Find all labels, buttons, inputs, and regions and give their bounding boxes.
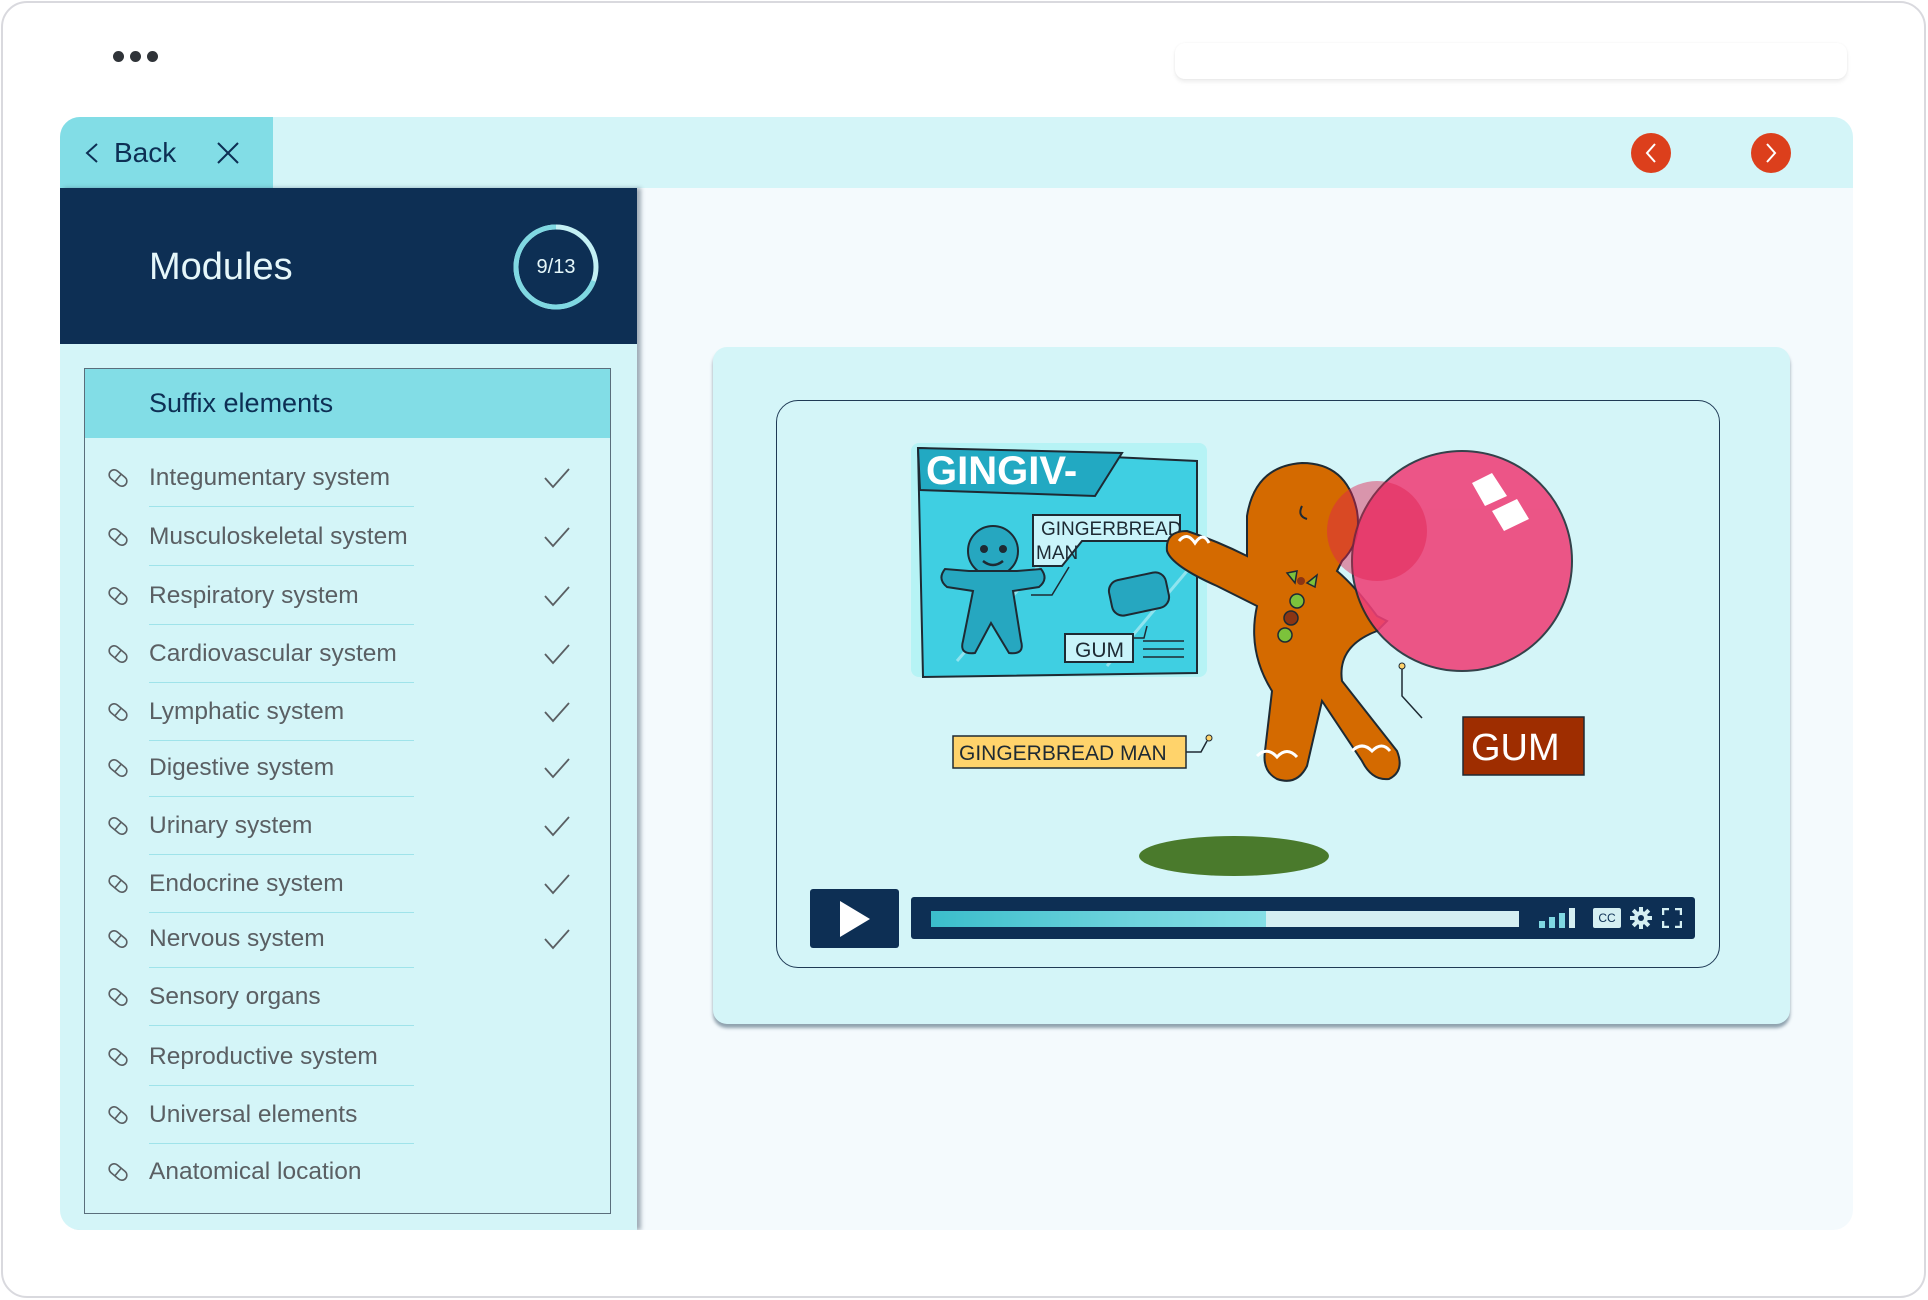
pill-icon — [108, 987, 128, 1007]
fullscreen-icon[interactable] — [1662, 908, 1682, 928]
check-icon — [544, 874, 570, 895]
chevron-right-icon — [1766, 143, 1777, 163]
module-item-label: Urinary system — [149, 812, 313, 839]
app-topbar — [60, 117, 1853, 188]
back-button[interactable]: Back — [60, 117, 273, 188]
pill-icon — [108, 929, 128, 949]
module-item[interactable]: Lymphatic system — [85, 683, 610, 741]
video-progress-fill — [931, 911, 1267, 927]
video-controls: CC — [911, 897, 1695, 939]
lesson-illustration: GINGIV- GINGERBREAD MAN GUM GUM GINGERBR… — [911, 443, 1585, 876]
module-item[interactable]: Anatomical location — [85, 1143, 610, 1201]
module-item[interactable]: Cardiovascular system — [85, 625, 610, 683]
module-item-label: Cardiovascular system — [149, 640, 397, 667]
module-item[interactable]: Urinary system — [85, 797, 610, 855]
module-item-label: Lymphatic system — [149, 698, 345, 725]
module-item[interactable]: Integumentary system — [85, 449, 610, 507]
previous-button[interactable] — [1631, 133, 1671, 173]
module-item[interactable]: Sensory organs — [85, 968, 610, 1026]
module-item-label: Universal elements — [149, 1101, 358, 1128]
check-icon — [544, 586, 570, 607]
pill-icon — [108, 527, 128, 547]
play-button[interactable] — [810, 889, 899, 948]
module-item-label: Anatomical location — [149, 1158, 362, 1185]
check-icon — [544, 644, 570, 665]
pill-icon — [108, 1105, 128, 1125]
module-item-label: Digestive system — [149, 754, 335, 781]
check-icon — [544, 702, 570, 723]
module-list: Suffix elements Integumentary system Musc… — [84, 368, 611, 1214]
progress-label: 9/13 — [536, 255, 576, 278]
captions-button[interactable]: CC — [1593, 908, 1621, 928]
modules-sidebar: Modules 9/13 Suffix elements Integumenta… — [60, 188, 637, 1230]
pill-icon — [108, 468, 128, 488]
module-item[interactable]: Digestive system — [85, 739, 610, 797]
section-header[interactable]: Suffix elements — [85, 369, 610, 438]
check-icon — [544, 527, 570, 548]
play-icon — [839, 900, 870, 937]
course-app: Back Modules 9/13 Suffix elements Integu… — [60, 117, 1853, 1230]
next-button[interactable] — [1751, 133, 1791, 173]
module-item-label: Musculoskeletal system — [149, 523, 408, 550]
module-item-label: Nervous system — [149, 925, 325, 952]
gum-bubble — [1327, 450, 1573, 719]
gingerbread-label: GINGERBREAD MAN — [959, 742, 1167, 765]
pill-icon — [108, 644, 128, 664]
module-item[interactable]: Endocrine system — [85, 855, 610, 913]
check-icon — [544, 929, 570, 950]
module-item-label: Respiratory system — [149, 582, 359, 609]
gear-icon[interactable] — [1630, 907, 1652, 929]
sidebar-title: Modules — [149, 246, 293, 288]
item-divider — [149, 565, 414, 566]
module-item[interactable]: Respiratory system — [85, 567, 610, 625]
module-item-label: Sensory organs — [149, 983, 321, 1010]
diagram-board: GINGIV- GINGERBREAD MAN GUM — [911, 443, 1207, 679]
check-icon — [544, 816, 570, 837]
pill-icon — [108, 758, 128, 778]
check-icon — [544, 758, 570, 779]
chevron-left-icon — [1645, 143, 1656, 163]
close-icon[interactable] — [216, 141, 240, 165]
pill-icon — [108, 1047, 128, 1067]
item-divider — [149, 1025, 414, 1026]
pill-icon — [108, 874, 128, 894]
board-label-gingerbread-line1: GINGERBREAD — [1041, 519, 1181, 540]
module-item[interactable]: Nervous system — [85, 910, 610, 968]
item-divider — [149, 506, 414, 507]
gum-label: GUM — [1471, 727, 1560, 769]
board-label-gingerbread-line2: MAN — [1036, 543, 1078, 564]
back-label: Back — [114, 136, 177, 168]
board-label-gum: GUM — [1075, 639, 1124, 662]
module-item[interactable]: Universal elements — [85, 1086, 610, 1144]
chevron-left-icon — [85, 142, 98, 163]
check-icon — [544, 468, 570, 489]
board-title: GINGIV- — [926, 449, 1077, 493]
pill-icon — [108, 586, 128, 606]
module-item[interactable]: Musculoskeletal system — [85, 508, 610, 566]
video-progress-bar[interactable] — [931, 911, 1519, 927]
grass-patch — [1139, 836, 1329, 876]
module-item-label: Endocrine system — [149, 870, 344, 897]
video-card: GINGIV- GINGERBREAD MAN GUM GUM GINGERBR… — [713, 347, 1790, 1024]
sidebar-header: Modules 9/13 — [60, 188, 637, 344]
address-field[interactable] — [1175, 43, 1847, 79]
pill-icon — [108, 702, 128, 722]
volume-bars-icon[interactable] — [1539, 908, 1579, 928]
module-item-label: Reproductive system — [149, 1043, 378, 1070]
module-item[interactable]: Reproductive system — [85, 1028, 610, 1086]
module-item-label: Integumentary system — [149, 464, 391, 491]
video-player[interactable]: GINGIV- GINGERBREAD MAN GUM GUM GINGERBR… — [776, 400, 1720, 968]
pill-icon — [108, 816, 128, 836]
pill-icon — [108, 1162, 128, 1182]
more-horizontal-icon[interactable] — [113, 51, 158, 62]
